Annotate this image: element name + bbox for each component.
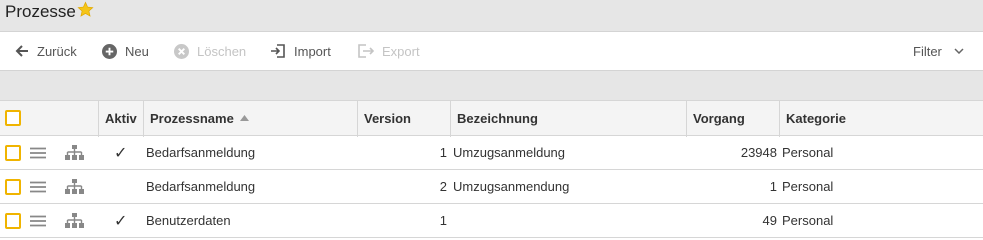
toolbar: Zurück Neu Löschen Import Export Filter <box>0 31 983 71</box>
export-button[interactable]: Export <box>357 32 420 70</box>
row-checkbox[interactable] <box>5 170 21 203</box>
plus-circle-icon <box>102 43 117 59</box>
import-label: Import <box>294 43 331 59</box>
header-version[interactable]: Version <box>364 101 411 135</box>
new-button[interactable]: Neu <box>102 32 149 70</box>
table-header: Aktiv Prozessname Version Bezeichnung Vo… <box>0 100 983 137</box>
filter-label: Filter <box>913 43 942 59</box>
table-row[interactable]: ✓ Benutzerdaten 1 49 Personal <box>0 204 983 238</box>
aktiv-check: ✓ <box>114 144 128 162</box>
cell-bezeichnung: Umzugsanmeldung <box>453 145 566 160</box>
cell-version: 1 <box>439 213 447 228</box>
cell-bezeichnung: Umzugsanmendung <box>453 179 570 194</box>
x-circle-icon <box>174 43 189 59</box>
cell-kategorie: Personal <box>782 145 834 160</box>
header-bezeichnung[interactable]: Bezeichnung <box>457 101 538 135</box>
header-prozessname[interactable]: Prozessname <box>150 101 249 135</box>
row-checkbox[interactable] <box>5 204 21 237</box>
chevron-down-icon <box>954 48 964 54</box>
select-all-checkbox[interactable] <box>5 101 21 135</box>
export-label: Export <box>382 43 420 59</box>
cell-vorgang: 49 <box>762 213 777 228</box>
drag-handle-icon[interactable] <box>30 136 46 169</box>
cell-kategorie: Personal <box>782 213 834 228</box>
delete-label: Löschen <box>197 43 247 59</box>
header-prozessname-label: Prozessname <box>150 110 234 126</box>
export-icon <box>358 44 374 58</box>
cell-version: 1 <box>439 145 447 160</box>
import-icon <box>271 44 285 58</box>
star-icon[interactable] <box>77 1 94 23</box>
import-button[interactable]: Import <box>270 32 331 70</box>
drag-handle-icon[interactable] <box>30 204 46 237</box>
cell-vorgang: 1 <box>769 179 777 194</box>
cell-kategorie: Personal <box>782 179 834 194</box>
arrow-left-icon <box>15 45 28 57</box>
filter-dropdown[interactable]: Filter <box>913 32 972 70</box>
aktiv-check: ✓ <box>114 212 128 230</box>
hierarchy-icon[interactable] <box>65 170 84 203</box>
table-row[interactable]: ✓ Bedarfsanmeldung 1 Umzugsanmeldung 239… <box>0 136 983 170</box>
back-button[interactable]: Zurück <box>15 32 77 70</box>
cell-prozessname: Bedarfsanmeldung <box>146 179 256 194</box>
cell-prozessname: Benutzerdaten <box>146 213 231 228</box>
page-title: Prozesse <box>5 2 76 21</box>
cell-prozessname: Bedarfsanmeldung <box>146 145 256 160</box>
back-label: Zurück <box>37 43 77 59</box>
hierarchy-icon[interactable] <box>65 204 84 237</box>
new-label: Neu <box>125 43 149 59</box>
header-kategorie[interactable]: Kategorie <box>786 101 846 135</box>
sort-ascending-icon <box>239 115 249 121</box>
delete-button[interactable]: Löschen <box>174 32 246 70</box>
drag-handle-icon[interactable] <box>30 170 46 203</box>
header-vorgang[interactable]: Vorgang <box>693 101 745 135</box>
hierarchy-icon[interactable] <box>65 136 84 169</box>
title-bar: Prozesse <box>0 0 983 31</box>
process-table: Aktiv Prozessname Version Bezeichnung Vo… <box>0 100 983 240</box>
row-checkbox[interactable] <box>5 136 21 169</box>
cell-vorgang: 23948 <box>740 145 777 160</box>
cell-version: 2 <box>439 179 447 194</box>
header-aktiv[interactable]: Aktiv <box>105 101 137 135</box>
table-row[interactable]: Bedarfsanmeldung 2 Umzugsanmendung 1 Per… <box>0 170 983 204</box>
